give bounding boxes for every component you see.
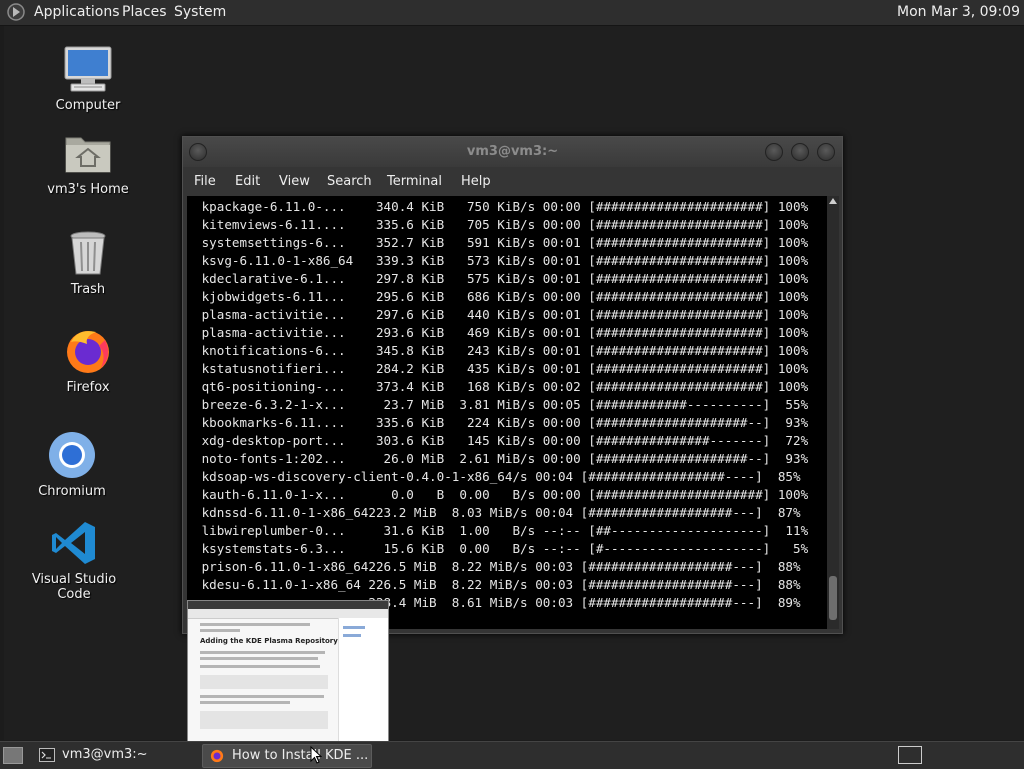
- terminal-line: kauth-6.11.0-1-x... 0.0 B 0.00 B/s 00:00…: [194, 487, 809, 502]
- taskbar-item-label: vm3@vm3:~: [62, 747, 148, 762]
- minimize-button[interactable]: [765, 143, 783, 161]
- terminal-line: kdsoap-ws-discovery-client-0.4.0-1-x86_6…: [194, 469, 801, 484]
- menu-help[interactable]: Help: [461, 174, 491, 189]
- preview-sidebar-link: [343, 634, 361, 637]
- desktop-icon-label: Visual Studio Code: [31, 572, 117, 602]
- preview-sidebar-link: [343, 626, 365, 629]
- desktop-icon-home[interactable]: vm3's Home: [28, 128, 148, 197]
- desktop-icon-trash[interactable]: Trash: [28, 228, 148, 297]
- terminal-window[interactable]: vm3@vm3:~ File Edit View Search Terminal…: [182, 136, 843, 634]
- desktop-icon-label: Computer: [55, 98, 121, 113]
- scrollbar-thumb[interactable]: [829, 576, 837, 620]
- preview-text-line: [200, 629, 240, 632]
- preview-code-block: [200, 675, 328, 689]
- window-titlebar[interactable]: vm3@vm3:~: [183, 137, 842, 167]
- preview-text-line: [200, 701, 290, 704]
- taskbar-item-firefox[interactable]: How to Install KDE ...: [202, 744, 372, 768]
- preview-text-line: [200, 695, 324, 698]
- terminal-line: kdnssd-6.11.0-1-x86_64223.2 MiB 8.03 MiB…: [194, 505, 801, 520]
- scroll-up-arrow-icon[interactable]: [829, 198, 837, 204]
- terminal-line: kitemviews-6.11.... 335.6 KiB 705 KiB/s …: [194, 217, 809, 232]
- mouse-cursor-icon: [310, 746, 322, 764]
- workspace-switcher[interactable]: [898, 746, 922, 764]
- terminal-line: kdesu-6.11.0-1-x86_64 226.5 MiB 8.22 MiB…: [194, 577, 801, 592]
- taskbar-item-terminal[interactable]: vm3@vm3:~: [33, 744, 193, 766]
- terminal-line: ksvg-6.11.0-1-x86_64 339.3 KiB 573 KiB/s…: [194, 253, 809, 268]
- preview-sidebar: [338, 618, 388, 741]
- desktop-icon-label: Trash: [70, 282, 106, 297]
- trash-icon: [70, 231, 106, 275]
- terminal-line: knotifications-6... 345.8 KiB 243 KiB/s …: [194, 343, 809, 358]
- desktop-icon-label: vm3's Home: [47, 182, 129, 197]
- terminal-icon: [39, 748, 55, 762]
- terminal-line: systemsettings-6... 352.7 KiB 591 KiB/s …: [194, 235, 809, 250]
- terminal-line: plasma-activitie... 293.6 KiB 469 KiB/s …: [194, 325, 809, 340]
- bottom-taskbar: vm3@vm3:~ How to Install KDE ...: [0, 741, 1024, 769]
- computer-icon: [64, 46, 112, 92]
- preview-text-line: [200, 665, 320, 668]
- vscode-icon: [52, 522, 95, 564]
- top-panel: Applications Places System Mon Mar 3, 09…: [0, 0, 1024, 26]
- desktop-icon-chromium[interactable]: Chromium: [12, 430, 132, 499]
- firefox-icon: [210, 749, 224, 763]
- launcher-icon[interactable]: [6, 2, 26, 22]
- preview-text-line: [200, 651, 325, 654]
- menu-edit[interactable]: Edit: [235, 174, 260, 189]
- terminal-line: kbookmarks-6.11.... 335.6 KiB 224 KiB/s …: [194, 415, 809, 430]
- window-title: vm3@vm3:~: [466, 144, 559, 159]
- terminal-output[interactable]: kpackage-6.11.0-... 340.4 KiB 750 KiB/s …: [187, 196, 827, 629]
- menu-file[interactable]: File: [194, 174, 216, 189]
- terminal-line: libwireplumber-0... 31.6 KiB 1.00 B/s --…: [194, 523, 809, 538]
- terminal-line: breeze-6.3.2-1-x... 23.7 MiB 3.81 MiB/s …: [194, 397, 809, 412]
- terminal-line: xdg-desktop-port... 303.6 KiB 145 KiB/s …: [194, 433, 809, 448]
- desktop-icon-firefox[interactable]: Firefox: [28, 326, 148, 395]
- menu-system[interactable]: System: [174, 4, 226, 21]
- terminal-menubar: File Edit View Search Terminal Help: [183, 167, 842, 195]
- preview-text-line: [200, 657, 318, 660]
- terminal-line: kjobwidgets-6.11... 295.6 KiB 686 KiB/s …: [194, 289, 809, 304]
- preview-code-block: [200, 711, 328, 729]
- maximize-button[interactable]: [791, 143, 809, 161]
- firefox-window-preview[interactable]: Adding the KDE Plasma Repository: [187, 600, 389, 742]
- menu-terminal[interactable]: Terminal: [387, 174, 442, 189]
- menu-view[interactable]: View: [279, 174, 310, 189]
- preview-text-line: [200, 623, 310, 626]
- close-button[interactable]: [817, 143, 835, 161]
- terminal-line: prison-6.11.0-1-x86_64226.5 MiB 8.22 MiB…: [194, 559, 801, 574]
- terminal-line: qt6-positioning-... 373.4 KiB 168 KiB/s …: [194, 379, 809, 394]
- menu-applications[interactable]: Applications: [34, 4, 120, 21]
- chromium-icon: [49, 432, 95, 478]
- taskbar-item-label: How to Install KDE ...: [232, 748, 369, 763]
- terminal-line: ksystemstats-6.3... 15.6 KiB 0.00 B/s --…: [194, 541, 809, 556]
- home-folder-icon: [65, 137, 111, 173]
- desktop-icon-label: Firefox: [66, 380, 110, 395]
- terminal-line: plasma-activitie... 297.6 KiB 440 KiB/s …: [194, 307, 809, 322]
- terminal-line: noto-fonts-1:202... 26.0 MiB 2.61 MiB/s …: [194, 451, 809, 466]
- terminal-line: kstatusnotifieri... 284.2 KiB 435 KiB/s …: [194, 361, 809, 376]
- terminal-line: kdeclarative-6.1... 297.8 KiB 575 KiB/s …: [194, 271, 809, 286]
- desktop-icon-label: Chromium: [38, 484, 106, 499]
- terminal-scrollbar[interactable]: [827, 196, 839, 629]
- menu-places[interactable]: Places: [122, 4, 167, 21]
- preview-heading: Adding the KDE Plasma Repository: [200, 637, 338, 645]
- show-desktop-icon[interactable]: [3, 747, 23, 764]
- clock[interactable]: Mon Mar 3, 09:09: [897, 4, 1020, 21]
- desktop-icon-computer[interactable]: Computer: [28, 44, 148, 113]
- menu-search[interactable]: Search: [327, 174, 372, 189]
- terminal-line: kpackage-6.11.0-... 340.4 KiB 750 KiB/s …: [194, 199, 809, 214]
- firefox-icon: [67, 331, 109, 373]
- preview-tabbar: [188, 601, 388, 609]
- desktop-icon-vscode[interactable]: Visual Studio Code: [14, 518, 134, 602]
